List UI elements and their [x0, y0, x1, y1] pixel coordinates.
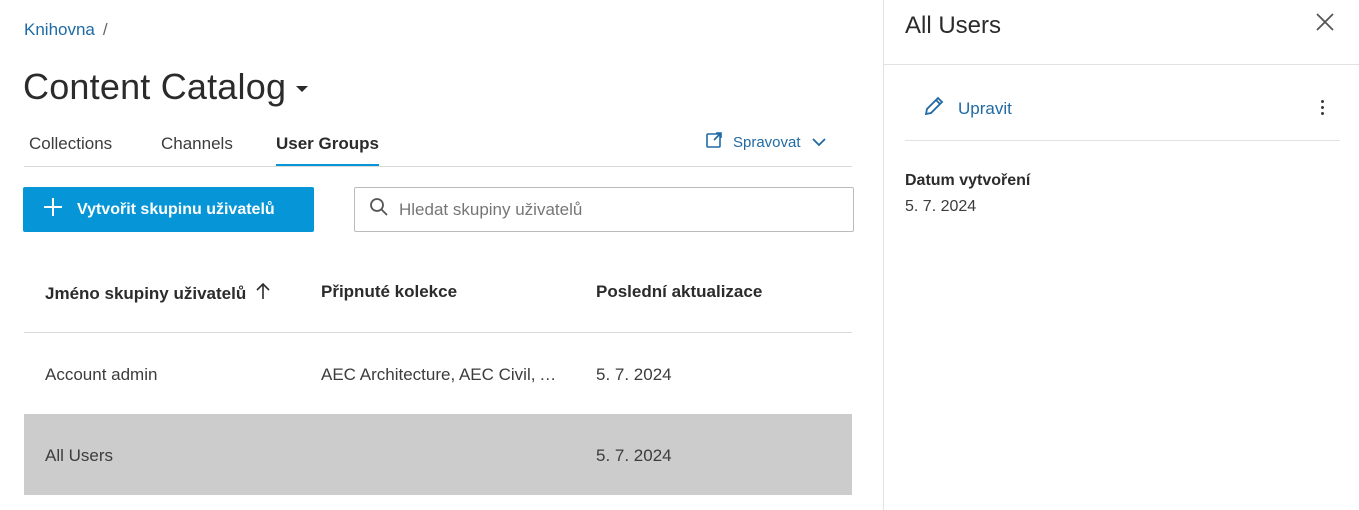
cell-last-updated: 5. 7. 2024: [596, 446, 672, 465]
cell-group-name: All Users: [45, 446, 114, 465]
breadcrumb-separator: /: [102, 20, 108, 39]
table-row-selected[interactable]: All Users 5. 7. 2024: [24, 414, 852, 495]
catalog-selector[interactable]: Content Catalog: [23, 66, 309, 108]
breadcrumb: Knihovna /: [24, 20, 108, 40]
more-vertical-icon[interactable]: [1312, 96, 1332, 118]
create-user-group-button[interactable]: Vytvořit skupinu uživatelů: [23, 187, 314, 232]
edit-button[interactable]: Upravit: [922, 94, 1012, 123]
details-panel: All Users Upravit Datum vytvoření 5. 7. …: [883, 0, 1359, 510]
column-header-name-label: Jméno skupiny uživatelů: [45, 283, 247, 303]
plus-icon: [43, 197, 63, 222]
pencil-icon: [922, 94, 946, 123]
created-date-value: 5. 7. 2024: [905, 198, 977, 215]
chevron-down-icon: [811, 134, 827, 151]
user-groups-table: Jméno skupiny uživatelů Připnuté kolekce…: [24, 252, 852, 495]
column-header-last-updated[interactable]: Poslední aktualizace: [596, 282, 762, 302]
breadcrumb-link-library[interactable]: Knihovna: [24, 20, 95, 40]
cell-pinned-collections: AEC Architecture, AEC Civil, AEC MEP: [321, 365, 561, 384]
column-header-name[interactable]: Jméno skupiny uživatelů: [45, 282, 270, 305]
external-link-icon: [705, 131, 723, 153]
cell-last-updated: 5. 7. 2024: [596, 365, 672, 384]
create-user-group-label: Vytvořit skupinu uživatelů: [77, 200, 275, 218]
column-header-pinned-collections[interactable]: Připnuté kolekce: [321, 282, 457, 302]
actions-divider: [905, 140, 1340, 141]
sort-arrow-up-icon: [256, 282, 270, 305]
close-icon[interactable]: [1314, 11, 1336, 33]
manage-label: Spravovat: [733, 133, 801, 151]
tab-user-groups[interactable]: User Groups: [276, 134, 379, 166]
caret-down-icon: [296, 86, 309, 92]
tab-channels[interactable]: Channels: [161, 134, 233, 164]
created-date-label: Datum vytvoření: [905, 172, 1031, 189]
tab-collections[interactable]: Collections: [29, 134, 112, 164]
cell-group-name: Account admin: [45, 365, 158, 384]
search-input[interactable]: [399, 199, 839, 220]
search-icon: [369, 197, 389, 222]
panel-divider: [884, 64, 1359, 65]
page-title: Content Catalog: [23, 66, 287, 107]
table-header: Jméno skupiny uživatelů Připnuté kolekce…: [24, 252, 852, 333]
table-row[interactable]: Account admin AEC Architecture, AEC Civi…: [24, 333, 852, 414]
main-content: Knihovna / Content Catalog Collections C…: [0, 0, 883, 510]
search-box: [354, 187, 854, 232]
edit-label: Upravit: [958, 98, 1012, 118]
panel-title: All Users: [905, 12, 1002, 39]
manage-dropdown[interactable]: Spravovat: [705, 131, 827, 153]
